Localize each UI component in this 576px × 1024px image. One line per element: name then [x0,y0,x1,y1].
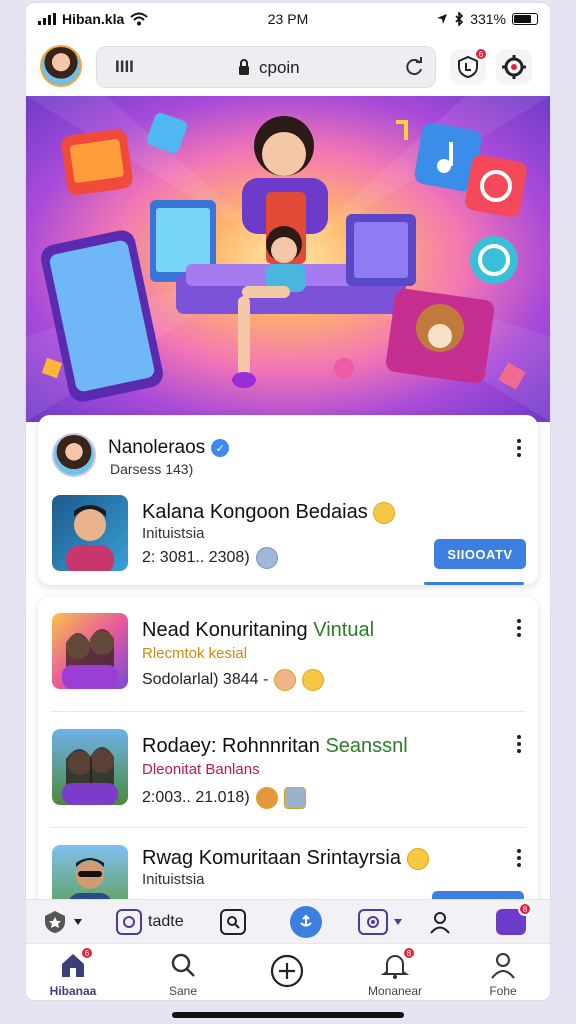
user-avatar[interactable] [40,45,82,87]
tablet-right-icon [346,214,416,286]
share-button[interactable] [290,906,322,938]
gear-icon [502,55,526,79]
more-options-icon[interactable] [516,735,522,753]
more-options-icon[interactable] [516,849,522,867]
verified-icon: ✓ [211,439,230,457]
face-emoji-icon [274,669,297,691]
home-icon: 6 [58,946,94,980]
inbox-badge: 8 [518,902,532,916]
smile-emoji-icon [302,669,325,691]
two-women-photo-icon [62,629,118,689]
list-item-title[interactable]: Rodaey: Rohnnritan Seanssnl [142,735,408,758]
location-arrow-icon [437,14,448,24]
author-subtitle: Darsess 143) [110,461,194,477]
list-item-subtitle: Inituistsia [142,871,205,888]
address-bar[interactable]: IIII cpoin [96,46,436,88]
account-button[interactable] [428,908,452,936]
text-tool-icon [116,909,142,935]
chat-bubble-icon [470,236,518,284]
reload-icon[interactable] [403,56,425,78]
author-name-row[interactable]: Nanoleraos ✓ [108,437,230,459]
nav-item-home[interactable]: 6 Hibanaa [28,946,118,998]
tabs-button[interactable]: IIII [115,57,134,77]
post-subtitle: Inituistsia [142,525,205,542]
nav-item-profile[interactable]: Fohe [458,950,548,998]
hero-banner[interactable] [26,96,550,422]
robot-emoji-icon [255,547,278,569]
chevron-down-icon [74,919,82,925]
divider [50,827,526,828]
bottom-navigation: 6 Hibanaa Sane 8 Monanear Fohe [26,943,550,1000]
man-sunglasses-photo-icon [68,858,112,907]
list-item-thumbnail[interactable] [52,845,128,907]
join-button[interactable]: SIIOOATV [434,539,526,569]
post-thumbnail[interactable] [52,495,128,571]
featured-post-card[interactable]: Nanoleraos ✓ Darsess 143) Kalana Kongoon… [38,415,538,585]
list-item-thumbnail[interactable] [52,613,128,689]
shield-notifications-button[interactable]: 6 [450,47,488,85]
music-note-icon [396,120,408,140]
battery-icon [512,13,538,25]
extensions-button[interactable] [42,908,82,936]
bluetooth-icon [455,12,464,26]
community-list-card: Nead Konuritaning Vintual Rlecmtok kesia… [38,597,538,907]
tv-icon [61,128,133,196]
nav-item-create[interactable] [242,950,332,992]
author-avatar[interactable] [52,433,96,477]
dog-photo-icon [385,288,495,384]
hero-illustration [26,96,550,422]
nav-item-notifications[interactable]: 8 Monanear [350,946,440,998]
author-name: Nanoleraos [108,437,206,458]
post-meta: 2: 3081.. 2308) [142,547,278,569]
list-item-title[interactable]: Nead Konuritaning Vintual [142,619,374,642]
notification-badge: 6 [474,47,488,61]
nav-item-search[interactable]: Sane [138,950,228,998]
content-toolbar: tadte 8 [26,899,550,943]
link-tile-icon [465,155,527,217]
top-bar: IIII cpoin 6 [26,39,550,95]
lock-icon [239,59,249,75]
inbox-button[interactable]: 8 [496,902,532,936]
plane-emoji-icon [283,787,306,809]
share-icon [290,906,322,938]
profile-icon [488,950,518,980]
notifications-badge: 8 [402,946,416,960]
list-item-meta: Sodolarlal) 3844 - [142,669,325,691]
shield-star-icon [45,911,65,933]
search-icon [220,909,246,935]
more-options-icon[interactable] [516,439,522,457]
two-women-outdoor-photo-icon [62,747,118,805]
search-icon [168,950,198,980]
man-portrait-icon [66,505,114,571]
dot-icon [334,358,354,378]
gallery-tool-button[interactable] [358,908,402,936]
smile-emoji-icon [373,501,396,524]
active-tab-indicator [424,582,524,585]
home-indicator[interactable] [172,1012,404,1018]
list-item-subtitle: Dleonitat Banlans [142,761,260,778]
bell-icon: 8 [380,946,416,980]
settings-button[interactable] [496,49,532,85]
text-tool-button[interactable]: tadte [116,908,184,936]
smile-emoji-icon [406,847,429,870]
gallery-icon [358,909,388,935]
home-badge: 6 [80,946,94,960]
phone-frame: Hiban.kla 23 PM 331% IIII cpoin 6 Nanole… [26,3,550,1000]
divider [50,711,526,712]
list-item-thumbnail[interactable] [52,729,128,805]
status-bar: Hiban.kla 23 PM 331% [26,3,550,35]
search-tool-button[interactable] [220,908,246,936]
list-item-subtitle: Rlecmtok kesial [142,645,248,662]
plus-circle-icon [270,954,304,988]
chevron-down-icon [394,919,402,925]
list-item-title[interactable]: Rwag Komuritaan Srintayrsia [142,847,429,870]
more-options-icon[interactable] [516,619,522,637]
tiger-emoji-icon [255,787,278,809]
person-icon [430,912,450,934]
battery-percent: 331% [470,11,506,27]
post-title[interactable]: Kalana Kongoon Bedaias [142,501,396,524]
url-text: cpoin [259,58,300,77]
list-item-meta: 2:003.. 21.018) [142,787,306,809]
